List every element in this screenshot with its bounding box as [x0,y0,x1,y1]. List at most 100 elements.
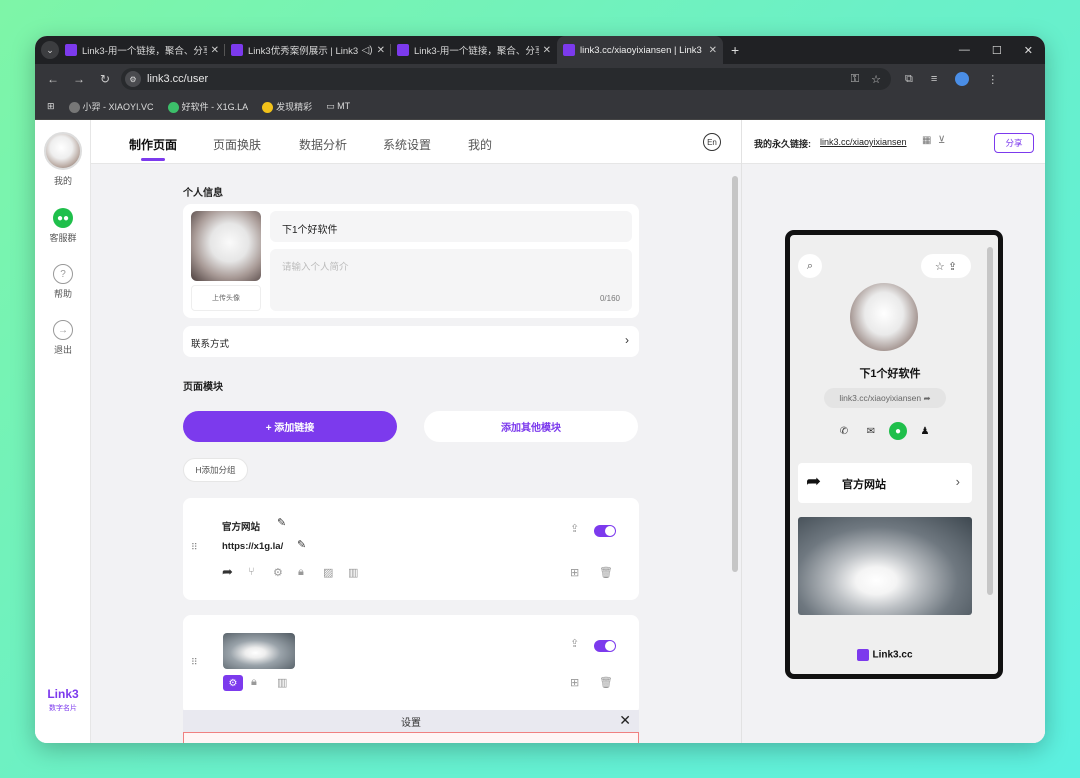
profile-avatar-icon[interactable] [955,72,970,86]
tab-search-icon[interactable]: ⌄ [41,41,59,59]
sidebar-item-me[interactable]: 我的 [35,132,91,187]
lock-icon[interactable]: 🔒︎ [251,676,257,689]
edit-title-icon[interactable]: ✎ [277,516,286,529]
redirect-icon[interactable]: ➦ [222,564,233,580]
browser-tab-1[interactable]: Link3-用一个链接，聚合、分享 ✕ [59,36,225,64]
tab-title: Link3-用一个链接，聚合、分享 [82,46,207,57]
bookmark-2[interactable]: 好软件 - X1G.LA [167,100,248,114]
preview-link-card[interactable]: ➦ 官方网站 › [798,463,972,503]
back-icon[interactable]: ← [45,72,61,86]
qr-code-icon[interactable]: ▦ [922,135,931,146]
url-input[interactable]: ⚙ link3.cc/user ⚿ ☆ [121,68,891,90]
profile-avatar-image[interactable] [191,211,261,281]
tab-mine[interactable]: 我的 [468,136,492,153]
tab-title: link3.cc/xiaoyixiansen | Link3 [580,44,702,56]
wechat-icon[interactable]: ● [889,422,907,440]
drag-handle-icon[interactable]: ⠿ [191,657,198,668]
extensions-icon[interactable]: ⧉ [905,73,913,86]
close-tab-icon[interactable]: ✕ [543,45,551,56]
browser-tab-4-active[interactable]: link3.cc/xiaoyixiansen | Link3 ✕ [557,36,723,64]
top-navigation: 制作页面 页面换肤 数据分析 系统设置 我的 En [91,120,741,164]
dropdown-icon[interactable]: ⊻ [938,135,945,146]
lock-icon[interactable]: 🔒︎ [298,566,304,579]
module-image-thumbnail[interactable] [223,633,295,669]
link3-favicon-icon [231,44,243,56]
apps-grid-icon[interactable]: ⊞ [47,101,55,112]
password-key-icon[interactable]: ⚿ [851,73,859,86]
stats-icon[interactable]: ▥ [277,676,287,689]
permalink-link[interactable]: link3.cc/xiaoyixiansen [820,137,907,147]
help-icon: ? [53,264,73,284]
menu-kebab-icon[interactable]: ⋮ [987,73,998,86]
tab-make-page[interactable]: 制作页面 [129,136,177,161]
qq-icon[interactable]: ♟ [916,422,934,440]
upload-avatar-button[interactable]: 上传头像 [191,285,261,311]
close-tab-icon[interactable]: ✕ [709,45,717,56]
browser-window: ⌄ Link3-用一个链接，聚合、分享 ✕ Link3优秀案例展示 | Link3… [35,36,1045,743]
editor-scrollbar[interactable] [732,176,738,572]
page-content: 我的 ●● 客服群 ? 帮助 → 退出 Link3 数字名片 制作页面 页面换肤… [35,120,1045,743]
add-box-icon[interactable]: ⊞ [570,676,579,689]
browser-tab-2[interactable]: Link3优秀案例展示 | Link3 ◁) ✕ [225,36,391,64]
visibility-toggle[interactable] [594,640,616,652]
delete-icon[interactable]: 🗑︎ [599,566,613,579]
bookmark-3[interactable]: 发现精彩 [262,100,312,114]
link3-favicon-icon [65,44,77,56]
add-box-icon[interactable]: ⊞ [570,566,579,579]
tab-skin[interactable]: 页面换肤 [213,136,261,153]
bio-counter: 0/160 [599,294,620,303]
maximize-icon[interactable]: ☐ [992,44,1002,57]
bookmark-1[interactable]: 小羿 - XIAOYI.VC [68,100,154,114]
close-tab-icon[interactable]: ✕ [377,45,385,56]
forward-icon[interactable]: → [71,72,87,86]
sidebar-item-logout[interactable]: → 退出 [35,320,91,356]
preview-scrollbar[interactable] [987,247,993,595]
drag-handle-icon[interactable]: ⠿ [191,542,198,553]
sidebar-item-support-group[interactable]: ●● 客服群 [35,208,91,244]
preview-link-pill[interactable]: link3.cc/xiaoyixiansen ➦ [824,388,946,408]
minimize-icon[interactable]: — [959,44,970,57]
share-icon[interactable]: ⇪ [570,522,579,535]
delete-icon[interactable]: 🗑︎ [599,676,613,689]
mail-icon[interactable]: ✉ [862,422,880,440]
search-icon[interactable]: ⌕ [798,254,822,278]
close-window-icon[interactable]: ✕ [1024,44,1033,57]
bio-textarea[interactable]: 请输入个人简介 0/160 [270,249,632,311]
visibility-toggle[interactable] [594,525,616,537]
close-settings-icon[interactable]: ✕ [619,712,631,729]
add-link-button[interactable]: + 添加链接 [183,411,397,442]
preview-image[interactable] [798,517,972,615]
tab-analytics[interactable]: 数据分析 [299,136,347,153]
phone-icon[interactable]: ✆ [835,422,853,440]
favorite-share-pill[interactable]: ☆ ⇪ [921,254,971,278]
language-toggle[interactable]: En [703,133,721,151]
share-icon[interactable]: ⇪ [570,637,579,650]
new-tab-icon[interactable]: + [731,42,739,58]
settings-warning-strip [183,732,639,743]
reload-icon[interactable]: ↻ [97,72,113,86]
stats-icon[interactable]: ▥ [348,566,358,579]
preview-footer-logo: Link3.cc [790,649,980,661]
add-other-module-button[interactable]: 添加其他模块 [424,411,638,442]
reading-list-icon[interactable]: ≡ [931,73,937,85]
edit-url-icon[interactable]: ✎ [297,538,306,551]
browser-tab-3[interactable]: Link3-用一个链接，聚合、分享 ✕ [391,36,557,64]
bookmark-folder-mt[interactable]: ▭ MT [326,101,350,112]
profile-card: 上传头像 下1个好软件 请输入个人简介 0/160 [183,204,639,318]
share-button[interactable]: 分享 [994,133,1034,153]
split-icon[interactable]: ⑂ [248,566,255,578]
contact-label: 联系方式 [191,339,230,350]
contact-row[interactable]: 联系方式 › [183,326,639,357]
name-input[interactable]: 下1个好软件 [270,211,632,242]
module-settings-icon[interactable]: ⚙ [223,675,243,691]
sidebar-item-help[interactable]: ? 帮助 [35,264,91,300]
audio-icon[interactable]: ◁) [362,45,373,56]
bookmark-star-icon[interactable]: ☆ [871,73,881,86]
tab-settings[interactable]: 系统设置 [383,136,431,153]
add-group-button[interactable]: H添加分组 [183,458,248,482]
image-icon[interactable]: ▨ [323,566,333,579]
tab-title: Link3优秀案例展示 | Link3 [248,46,358,57]
close-tab-icon[interactable]: ✕ [211,45,219,56]
settings-gear-icon[interactable]: ⚙ [273,566,283,579]
site-info-icon[interactable]: ⚙ [125,71,141,87]
